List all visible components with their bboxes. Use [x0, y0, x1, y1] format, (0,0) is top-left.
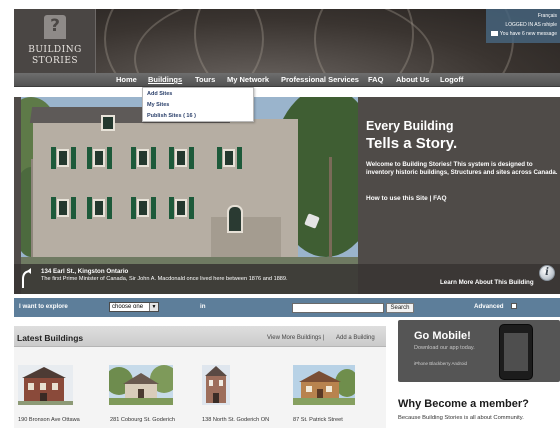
hero-caption-bar: 134 Earl St., Kingston Ontario The first… [14, 264, 560, 294]
nav-my-network[interactable]: My Network [227, 75, 269, 84]
menu-item-add-sites[interactable]: Add Sites [147, 91, 172, 97]
mobile-platforms: iPhone Blackberry Android [414, 361, 468, 366]
how-to-use-link[interactable]: How to use this Site | FAQ [366, 195, 447, 202]
add-building-link[interactable]: Add a Building [336, 335, 375, 341]
go-mobile-banner[interactable]: Go Mobile! Download our app today. iPhon… [398, 320, 560, 382]
site-logo[interactable]: BUILDING STORIES [14, 9, 96, 73]
hero-title-line2: Tells a Story. [366, 135, 458, 152]
messages-text: You have 6 new message [499, 31, 557, 37]
nav-faq[interactable]: FAQ [368, 75, 383, 84]
main-nav: Home Buildings Tours My Network Professi… [14, 73, 560, 87]
building-thumbnail[interactable] [18, 365, 73, 405]
chevron-down-icon: ▼ [149, 303, 158, 311]
menu-item-my-sites[interactable]: My Sites [147, 102, 169, 108]
info-icon[interactable]: i [539, 265, 555, 281]
building-thumbnail[interactable] [293, 365, 355, 405]
hero-title-line1: Every Building [366, 119, 454, 133]
featured-description: The first Prime Minister of Canada, Sir … [41, 276, 288, 282]
nav-tours[interactable]: Tours [195, 75, 215, 84]
site-header: BUILDING STORIES Français LOGGED IN AS r… [14, 9, 560, 73]
nav-buildings[interactable]: Buildings [148, 75, 182, 84]
go-mobile-title: Go Mobile! [414, 330, 471, 342]
buildings-dropdown-menu: Add Sites My Sites Publish Sites ( 16 ) [142, 87, 254, 122]
building-thumbnail[interactable] [202, 365, 230, 405]
learn-more-link[interactable]: Learn More About This Building [440, 279, 534, 286]
menu-item-publish-sites[interactable]: Publish Sites ( 16 ) [147, 113, 196, 119]
building-caption[interactable]: 190 Bronson Ave Ottawa [18, 417, 80, 423]
explore-select-value: choose one [112, 304, 144, 310]
phone-icon [499, 324, 533, 380]
building-caption[interactable]: 138 North St. Goderich ON [202, 417, 269, 423]
explore-label: I want to explore [19, 303, 68, 310]
nav-professional-services[interactable]: Professional Services [281, 75, 359, 84]
explore-search-bar: I want to explore choose one ▼ in Search… [14, 298, 560, 317]
nav-logoff[interactable]: Logoff [440, 75, 463, 84]
messages-link[interactable]: You have 6 new message [486, 30, 557, 39]
user-status-box: Français LOGGED IN AS rshiple You have 6… [486, 9, 560, 43]
advanced-checkbox[interactable] [511, 303, 517, 309]
hero-section: Every Building Tells a Story. Welcome to… [14, 97, 560, 294]
logo-text-line2: STORIES [31, 56, 79, 66]
envelope-icon [490, 31, 498, 37]
why-member-title: Why Become a member? [398, 398, 529, 410]
question-mark-logo-icon [44, 15, 66, 39]
page: BUILDING STORIES Français LOGGED IN AS r… [0, 0, 560, 428]
latest-buildings-header: Latest Buildings View More Buildings | A… [14, 326, 386, 347]
building-thumbnail[interactable] [109, 365, 173, 405]
latest-buildings-panel: Latest Buildings View More Buildings | A… [14, 326, 386, 428]
advanced-label: Advanced [474, 303, 504, 310]
why-member-text: Because Building Stories is all about Co… [398, 415, 524, 421]
building-caption[interactable]: 281 Cobourg St. Goderich [110, 417, 175, 423]
logo-text-line1: BUILDING [28, 45, 82, 55]
language-link[interactable]: Français [486, 12, 557, 21]
nav-home[interactable]: Home [116, 75, 137, 84]
featured-address: 134 Earl St., Kingston Ontario [41, 268, 129, 275]
logged-in-text: LOGGED IN AS rshiple [505, 22, 557, 28]
return-arrow-icon [22, 268, 32, 288]
latest-buildings-title: Latest Buildings [17, 333, 84, 343]
search-button[interactable]: Search [386, 303, 414, 313]
building-caption[interactable]: 87 St. Patrick Street [293, 417, 343, 423]
hero-welcome-text: Welcome to Building Stories! This system… [366, 161, 558, 176]
view-more-buildings-link[interactable]: View More Buildings | [267, 335, 324, 341]
explore-in-label: in [200, 303, 206, 310]
go-mobile-subtitle: Download our app today. [414, 345, 475, 351]
explore-type-select[interactable]: choose one ▼ [109, 302, 159, 312]
location-search-input[interactable] [292, 303, 384, 313]
nav-about-us[interactable]: About Us [396, 75, 429, 84]
